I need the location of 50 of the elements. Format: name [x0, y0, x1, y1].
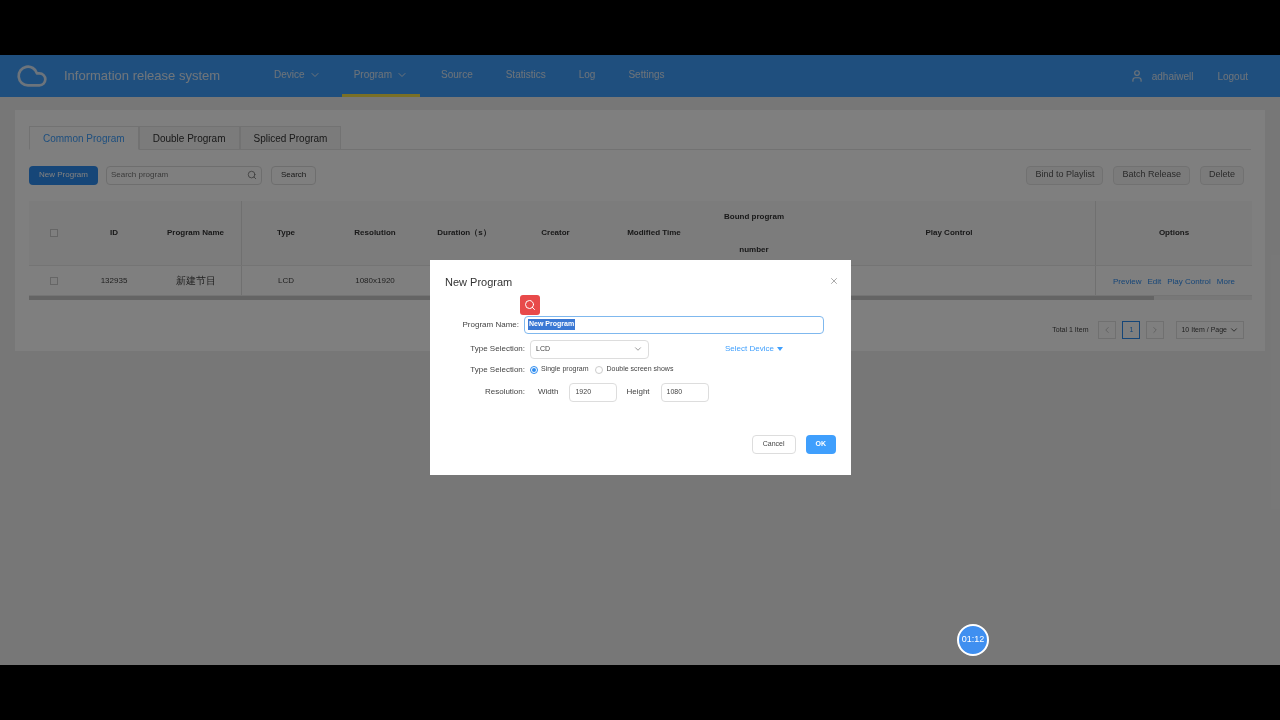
- column-header: Type: [276, 227, 296, 239]
- row-checkbox[interactable]: [49, 276, 58, 285]
- table-cell-text: 新建节目: [175, 274, 216, 288]
- height-label: Height: [626, 386, 650, 398]
- column-header: Modified Time: [627, 227, 681, 239]
- program-tab[interactable]: Common Program: [29, 126, 139, 150]
- column-header: Options: [1158, 227, 1190, 239]
- select-device-link[interactable]: Select Device: [725, 343, 783, 355]
- close-button[interactable]: [829, 276, 839, 286]
- table-cell: 132935: [100, 274, 128, 287]
- app-title: Information release system: [64, 67, 221, 86]
- chevron-down-icon: [633, 344, 643, 354]
- program-tab[interactable]: Double Program: [138, 126, 240, 150]
- column-header: Resolution: [354, 227, 396, 239]
- nav-item[interactable]: Settings: [616, 55, 677, 97]
- user-name: adhaiwell: [1151, 69, 1194, 84]
- new-program-button[interactable]: New Program: [29, 165, 98, 185]
- user-icon: [1129, 69, 1144, 83]
- nav-item[interactable]: Source: [429, 55, 485, 97]
- select-all-checkbox[interactable]: [49, 229, 58, 237]
- nav-item[interactable]: Program: [341, 55, 420, 97]
- dialog-title: New Program: [445, 275, 513, 290]
- column-header: Creator: [541, 227, 570, 239]
- program-tab[interactable]: Spliced Program: [239, 126, 342, 150]
- timer-badge: 01:12: [957, 624, 989, 656]
- column-header: ID: [110, 227, 118, 239]
- column-header: Play Control: [925, 227, 973, 239]
- field-label: Resolution:: [483, 386, 525, 398]
- nav-item[interactable]: Statistics: [493, 55, 558, 97]
- caret-icon: [776, 347, 783, 351]
- logout-link[interactable]: Logout: [1217, 68, 1248, 84]
- magnifier-icon: [520, 294, 540, 315]
- width-label: Width: [538, 386, 559, 398]
- field-label: Type Selection:: [469, 363, 525, 376]
- chevron-down-icon: [1229, 325, 1239, 335]
- nav-item[interactable]: Device: [262, 55, 333, 97]
- column-header: Program Name: [167, 227, 224, 239]
- search-icon: [246, 170, 257, 180]
- column-header: Duration（s）: [437, 227, 491, 239]
- field-label: Type Selection:: [469, 343, 525, 355]
- row-action-link[interactable]: Edit: [1147, 276, 1162, 288]
- field-label: Program Name:: [461, 318, 519, 331]
- row-action-link[interactable]: Play Control: [1167, 276, 1211, 288]
- nav-item[interactable]: Log: [566, 55, 608, 97]
- table-cell: 1080x1920: [355, 274, 395, 287]
- row-action-link[interactable]: Preview: [1112, 276, 1142, 288]
- row-action-link[interactable]: More: [1216, 276, 1236, 288]
- search-button[interactable]: Search: [270, 165, 317, 185]
- column-header: Bound program number: [724, 211, 784, 256]
- table-cell: LCD: [278, 274, 294, 287]
